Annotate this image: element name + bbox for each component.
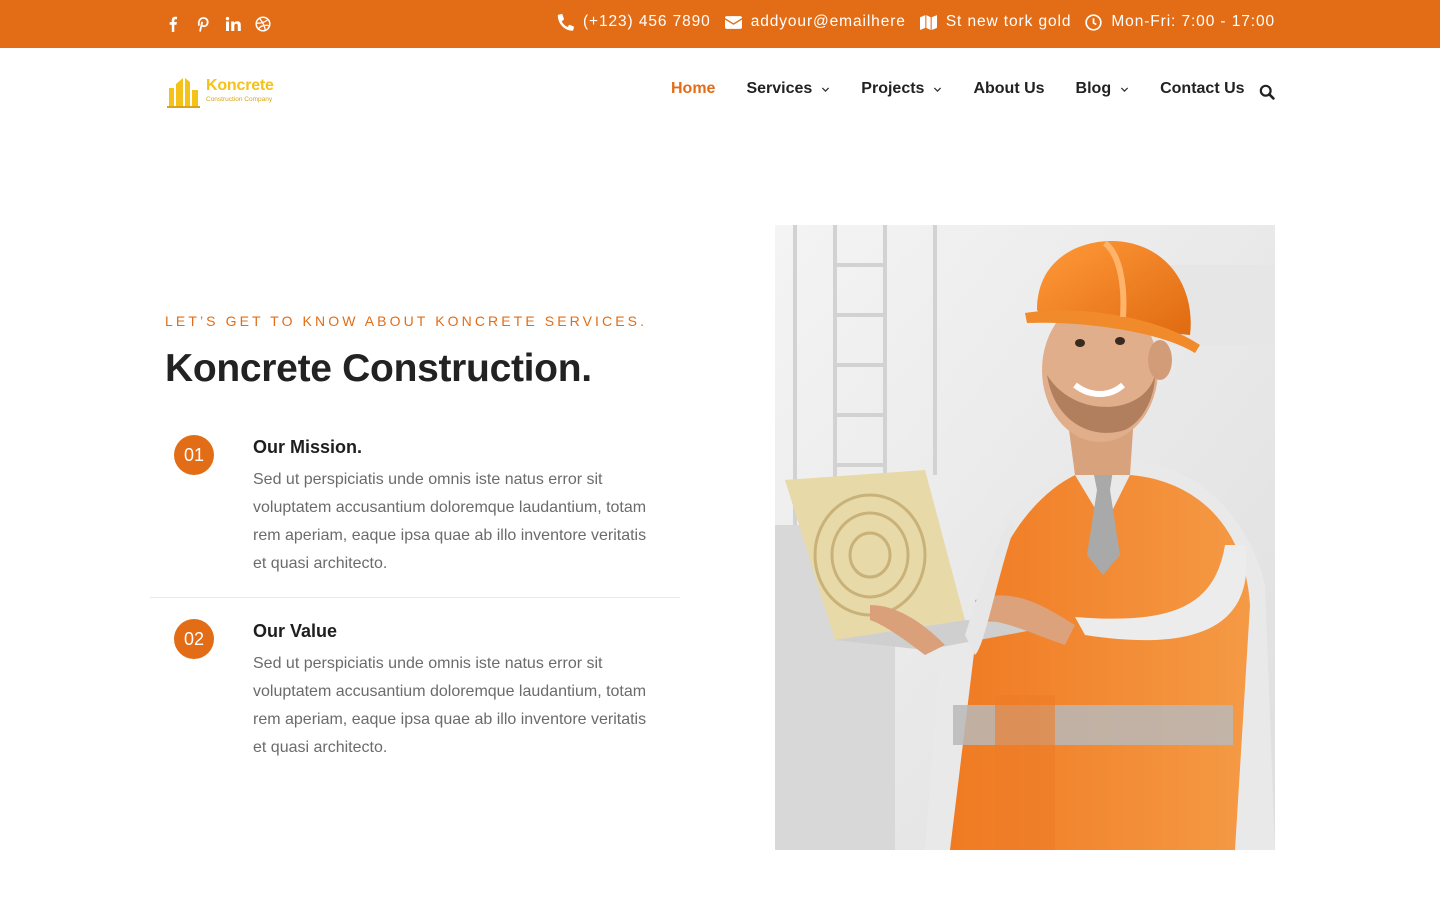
facebook-link[interactable] bbox=[165, 16, 185, 36]
linkedin-link[interactable] bbox=[225, 16, 245, 36]
hours-item: Mon-Fri: 7:00 - 17:00 bbox=[1085, 13, 1275, 31]
feature-title: Our Value bbox=[253, 621, 338, 641]
nav-item-services[interactable]: Services bbox=[746, 80, 830, 98]
pinterest-icon bbox=[197, 17, 209, 32]
hours-text: Mon-Fri: 7:00 - 17:00 bbox=[1111, 13, 1275, 30]
nav-item-contact[interactable]: Contact Us bbox=[1160, 80, 1244, 98]
chevron-down-icon bbox=[934, 86, 942, 92]
search-button[interactable] bbox=[1259, 84, 1275, 100]
nav-item-blog[interactable]: Blog bbox=[1076, 80, 1130, 98]
phone-icon bbox=[557, 13, 574, 31]
feature-description: Sed ut perspiciatis unde omnis iste natu… bbox=[253, 471, 647, 572]
chevron-down-icon bbox=[1120, 86, 1129, 92]
email-item[interactable]: addyour@emailhere bbox=[724, 13, 906, 31]
nav-item-label: Services bbox=[746, 80, 813, 97]
feature-description: Sed ut perspiciatis unde omnis iste natu… bbox=[253, 655, 647, 756]
logo-text: Koncrete Construction Company bbox=[206, 78, 274, 104]
nav-item-label: Contact Us bbox=[1160, 80, 1245, 97]
facebook-icon bbox=[169, 16, 177, 32]
social-links bbox=[165, 16, 285, 36]
feature-item: 01 Our Mission. Sed ut perspiciatis unde… bbox=[150, 433, 680, 598]
nav-item-about[interactable]: About Us bbox=[973, 80, 1044, 98]
logo-name: Koncrete bbox=[206, 77, 274, 95]
section-title: Koncrete Construction. bbox=[165, 347, 592, 390]
envelope-icon bbox=[724, 15, 742, 29]
pinterest-link[interactable] bbox=[195, 16, 215, 36]
building-logo-icon bbox=[167, 78, 200, 108]
email-text: addyour@emailhere bbox=[750, 13, 906, 30]
nav-item-label: Projects bbox=[861, 80, 925, 97]
map-icon bbox=[919, 14, 937, 30]
feature-title: Our Mission. bbox=[253, 437, 363, 457]
nav-item-home[interactable]: Home bbox=[671, 80, 715, 98]
main-nav: Home Services Projects About Us Blog Con… bbox=[671, 80, 1276, 98]
address-item: St new tork gold bbox=[919, 13, 1072, 31]
feature-number-badge: 01 bbox=[174, 435, 214, 475]
dribbble-link[interactable] bbox=[255, 16, 275, 36]
nav-item-projects[interactable]: Projects bbox=[861, 80, 942, 98]
address-text: St new tork gold bbox=[945, 13, 1072, 30]
phone-text: (+123) 456 7890 bbox=[582, 13, 711, 30]
nav-item-label: Home bbox=[671, 80, 716, 97]
feature-number-badge: 02 bbox=[174, 619, 214, 659]
chevron-down-icon bbox=[822, 86, 830, 92]
engineer-photo bbox=[775, 225, 1275, 850]
section-eyebrow: LET’S GET TO KNOW ABOUT KONCRETE SERVICE… bbox=[165, 313, 648, 329]
feature-item: 02 Our Value Sed ut perspiciatis unde om… bbox=[150, 617, 680, 767]
clock-icon bbox=[1085, 13, 1103, 31]
logo[interactable]: Koncrete Construction Company bbox=[167, 71, 287, 111]
linkedin-icon bbox=[225, 16, 241, 31]
engineer-illustration bbox=[775, 225, 1275, 850]
search-icon bbox=[1259, 84, 1275, 100]
main-header: Koncrete Construction Company Home Servi… bbox=[0, 48, 1440, 138]
contact-info: (+123) 456 7890 addyour@emailhere St new… bbox=[557, 13, 1275, 31]
dribbble-icon bbox=[255, 16, 271, 32]
nav-item-label: About Us bbox=[973, 80, 1045, 97]
top-bar: (+123) 456 7890 addyour@emailhere St new… bbox=[0, 0, 1440, 48]
phone-item[interactable]: (+123) 456 7890 bbox=[557, 13, 711, 31]
logo-tagline: Construction Company bbox=[206, 96, 273, 104]
nav-item-label: Blog bbox=[1075, 80, 1112, 97]
